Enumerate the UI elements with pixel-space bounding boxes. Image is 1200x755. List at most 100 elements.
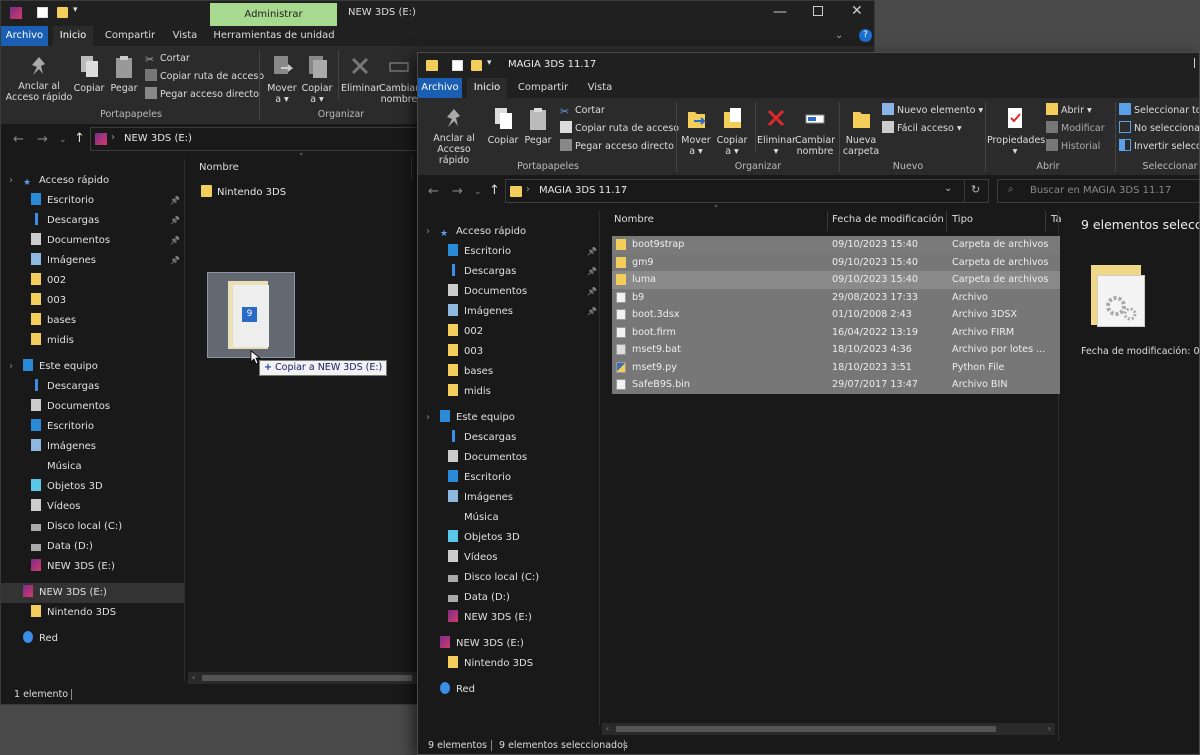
- address-bar[interactable]: › NEW 3DS (E:): [90, 127, 420, 151]
- nav-pc-6[interactable]: Vídeos: [31, 497, 184, 517]
- copy-button[interactable]: Copiar: [486, 106, 520, 146]
- scroll-thumb[interactable]: [202, 675, 412, 681]
- paste-shortcut-button[interactable]: Pegar acceso directo: [560, 139, 674, 155]
- nav-pc-7[interactable]: Disco local (C:): [448, 568, 601, 588]
- select-none-button[interactable]: No seleccionar: [1119, 121, 1199, 137]
- nav-quick-7[interactable]: midis: [31, 331, 184, 351]
- rename-button[interactable]: Cambiar nombre: [794, 106, 836, 157]
- nav-pc-8[interactable]: Data (D:): [448, 588, 601, 608]
- nav-quick-2[interactable]: Documentos 📌: [448, 282, 601, 302]
- up-arrow-icon[interactable]: ↑: [74, 131, 85, 146]
- tab-compartir[interactable]: Compartir: [99, 26, 161, 46]
- expand-chevron-icon[interactable]: ›: [426, 222, 430, 242]
- breadcrumb-folder[interactable]: MAGIA 3DS 11.17: [539, 185, 627, 196]
- nav-pc-0[interactable]: Descargas: [31, 377, 184, 397]
- cut-button[interactable]: ✂ Cortar: [145, 51, 190, 67]
- nav-pc-5[interactable]: Objetos 3D: [31, 477, 184, 497]
- address-bar[interactable]: › MAGIA 3DS 11.17 › ⌄ ↻: [505, 179, 989, 203]
- tab-vista[interactable]: Vista: [580, 78, 620, 98]
- pin-icon[interactable]: 📌: [587, 302, 597, 322]
- table-row[interactable]: b9 29/08/2023 17:33 Archivo: [612, 288, 1060, 306]
- pin-icon[interactable]: 📌: [170, 231, 180, 251]
- nav-quick-access[interactable]: › ★ Acceso rápido: [9, 171, 184, 191]
- tab-herramientas[interactable]: Herramientas de unidad: [211, 26, 337, 46]
- tab-compartir[interactable]: Compartir: [512, 78, 574, 98]
- nav-drive-child[interactable]: Nintendo 3DS: [31, 603, 184, 623]
- nav-pc-0[interactable]: Descargas: [448, 428, 601, 448]
- copy-path-button[interactable]: Copiar ruta de acceso: [560, 121, 679, 137]
- nav-pc-2[interactable]: Escritorio: [448, 468, 601, 488]
- back-arrow-icon[interactable]: ←: [428, 184, 439, 199]
- nav-drive-child[interactable]: Nintendo 3DS: [448, 654, 601, 674]
- pin-icon[interactable]: 📌: [587, 262, 597, 282]
- close-icon[interactable]: ✕: [851, 3, 863, 19]
- help-icon[interactable]: ?: [859, 29, 872, 42]
- customize-qat-icon[interactable]: ▾: [487, 58, 492, 68]
- nav-quick-5[interactable]: 003: [448, 342, 601, 362]
- horizontal-scrollbar[interactable]: ‹: [188, 672, 418, 684]
- pin-icon[interactable]: 📌: [587, 242, 597, 262]
- nav-quick-4[interactable]: 002: [31, 271, 184, 291]
- copy-path-button[interactable]: Copiar ruta de acceso: [145, 69, 264, 85]
- nav-pc-5[interactable]: Objetos 3D: [448, 528, 601, 548]
- nav-pc-7[interactable]: Disco local (C:): [31, 517, 184, 537]
- nav-pc-4[interactable]: Música: [448, 508, 601, 528]
- tab-archivo[interactable]: Archivo: [1, 26, 48, 46]
- paste-shortcut-button[interactable]: Pegar acceso directo: [145, 87, 259, 103]
- nav-quick-2[interactable]: Documentos 📌: [31, 231, 184, 251]
- pin-quick-access-button[interactable]: Anclar al Acceso rápido: [5, 54, 73, 103]
- open-button[interactable]: Abrir ▾: [1046, 103, 1092, 119]
- properties-button[interactable]: Propiedades ▾: [987, 106, 1045, 157]
- table-row[interactable]: boot.firm 16/04/2022 13:19 Archivo FIRM: [612, 323, 1060, 341]
- maximize-icon[interactable]: [813, 6, 823, 16]
- select-all-button[interactable]: Seleccionar todo: [1119, 103, 1199, 119]
- nav-pc-9[interactable]: NEW 3DS (E:): [31, 557, 184, 577]
- forward-arrow-icon[interactable]: →: [37, 132, 48, 147]
- new-folder-quick-icon[interactable]: [57, 7, 68, 18]
- table-row[interactable]: SafeB9S.bin 29/07/2017 13:47 Archivo BIN: [612, 376, 1060, 394]
- table-row[interactable]: gm9 09/10/2023 15:40 Carpeta de archivos: [612, 253, 1060, 271]
- up-arrow-icon[interactable]: ↑: [489, 183, 500, 198]
- column-header-fecha[interactable]: Fecha de modificación: [832, 209, 944, 231]
- contextual-tab-administrar[interactable]: Administrar: [210, 3, 337, 27]
- customize-qat-icon[interactable]: ▾: [73, 5, 78, 15]
- delete-button[interactable]: Eliminar: [341, 54, 380, 94]
- tab-inicio[interactable]: Inicio: [467, 78, 507, 98]
- nav-pc-8[interactable]: Data (D:): [31, 537, 184, 557]
- delete-button[interactable]: Eliminar ▾: [757, 106, 796, 157]
- horizontal-scrollbar[interactable]: ‹ ›: [602, 723, 1055, 735]
- copy-to-button[interactable]: Copiar a ▾: [299, 54, 335, 105]
- tab-inicio[interactable]: Inicio: [53, 26, 93, 46]
- nav-network[interactable]: Red: [23, 629, 184, 649]
- expand-chevron-icon[interactable]: ›: [9, 357, 13, 377]
- new-folder-button[interactable]: Nueva carpeta: [841, 106, 881, 157]
- table-row[interactable]: luma 09/10/2023 15:40 Carpeta de archivos: [612, 271, 1060, 289]
- nav-quick-3[interactable]: Imágenes 📌: [31, 251, 184, 271]
- move-to-button[interactable]: Mover a ▾: [263, 54, 301, 105]
- history-button[interactable]: Historial: [1046, 139, 1100, 155]
- pin-icon[interactable]: 📌: [170, 191, 180, 211]
- pin-icon[interactable]: 📌: [587, 282, 597, 302]
- nav-pc-4[interactable]: Música: [31, 457, 184, 477]
- table-row[interactable]: mset9.py 18/10/2023 3:51 Python File: [612, 358, 1060, 376]
- minimize-icon[interactable]: —: [773, 4, 787, 20]
- modify-button[interactable]: Modificar: [1046, 121, 1105, 137]
- column-header-nombre[interactable]: Nombre: [614, 209, 654, 231]
- nav-quick-4[interactable]: 002: [448, 322, 601, 342]
- nav-quick-0[interactable]: Escritorio 📌: [448, 242, 601, 262]
- recent-dropdown-icon[interactable]: ⌄: [474, 187, 482, 197]
- recent-dropdown-icon[interactable]: ⌄: [59, 135, 67, 145]
- expand-chevron-icon[interactable]: ›: [9, 171, 13, 191]
- column-header-nombre[interactable]: Nombre: [199, 157, 239, 179]
- table-row[interactable]: boot.3dsx 01/10/2008 2:43 Archivo 3DSX: [612, 306, 1060, 324]
- easy-access-button[interactable]: Fácil acceso ▾: [882, 121, 962, 137]
- window-controls-edge[interactable]: [1194, 58, 1199, 68]
- cut-button[interactable]: ✂ Cortar: [560, 103, 605, 119]
- column-header-tipo[interactable]: Tipo: [952, 209, 973, 231]
- forward-arrow-icon[interactable]: →: [452, 184, 463, 199]
- back-arrow-icon[interactable]: ←: [13, 132, 24, 147]
- list-item[interactable]: Nintendo 3DS: [201, 184, 286, 201]
- nav-pc-3[interactable]: Imágenes: [448, 488, 601, 508]
- expand-chevron-icon[interactable]: ›: [426, 408, 430, 428]
- nav-quick-1[interactable]: Descargas 📌: [31, 211, 184, 231]
